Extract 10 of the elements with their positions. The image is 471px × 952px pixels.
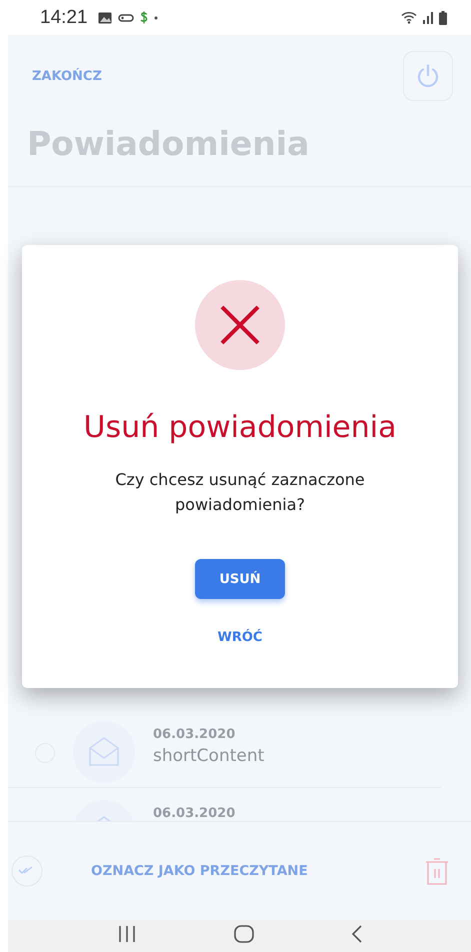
back-link[interactable]: WRÓĆ [218,630,262,645]
end-link[interactable]: ZAKOŃCZ [32,68,102,84]
delete-button[interactable]: USUŃ [195,559,285,599]
notification-content: shortContent [153,746,264,766]
dialog-title: Usuń powiadomienia [84,410,396,445]
status-time: 14:21 [40,6,88,28]
mark-as-read-button[interactable]: OZNACZ JAKO PRZECZYTANE [91,863,425,879]
notification-date: 06.03.2020 [153,806,236,821]
notification-date: 06.03.2020 [153,727,236,742]
dialog-message: Czy chcesz usunąć zaznaczone powiadomienia? [114,469,366,516]
